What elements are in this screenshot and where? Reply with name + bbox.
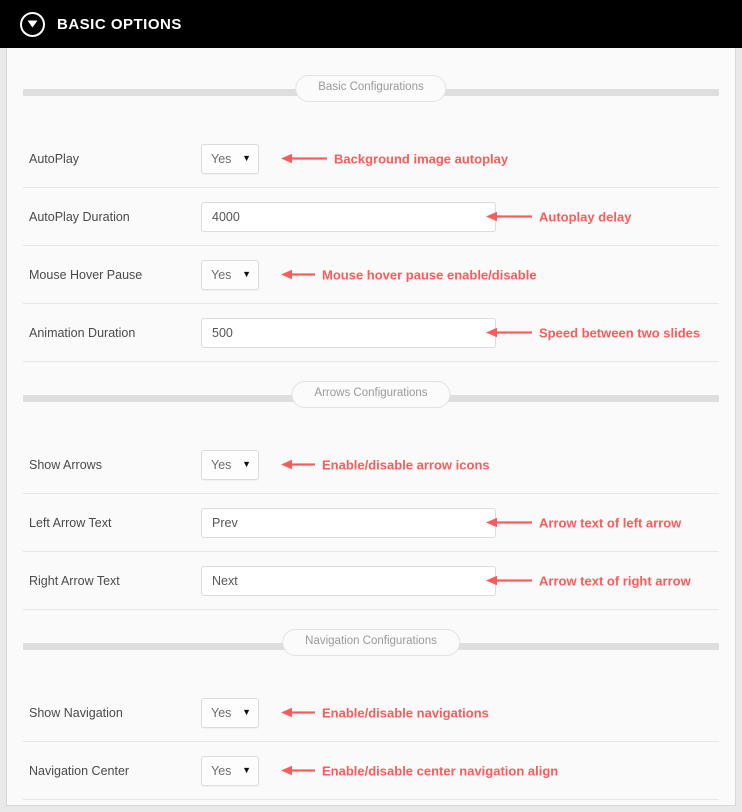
chevron-down-icon: ▼ <box>242 765 251 775</box>
label-right-arrow-text: Right Arrow Text <box>29 573 120 588</box>
basic-options-panel: BASIC OPTIONS Basic Configurations AutoP… <box>0 0 742 812</box>
panel-body: Basic Configurations AutoPlay Yes ▼ Back… <box>6 48 736 806</box>
control-navigation-center: Yes ▼ <box>201 755 259 786</box>
input-autoplay-duration[interactable] <box>201 201 496 232</box>
left-arrow-icon <box>281 269 315 280</box>
annotation-mouse-hover-pause-text: Mouse hover pause enable/disable <box>322 267 537 282</box>
chevron-down-icon: ▼ <box>242 269 251 279</box>
left-arrow-icon <box>281 707 315 718</box>
annotation-autoplay-text: Background image autoplay <box>334 151 509 166</box>
chevron-down-circle-icon[interactable] <box>20 11 45 37</box>
left-arrow-icon <box>281 153 327 164</box>
row-animation-duration: Animation Duration Speed between two sli… <box>23 304 719 362</box>
left-arrow-icon <box>281 459 315 470</box>
select-mouse-hover-pause-value: Yes <box>211 267 232 282</box>
annotation-animation-duration-text: Speed between two slides <box>539 325 701 340</box>
control-mouse-hover-pause: Yes ▼ <box>201 259 259 290</box>
annotation-show-navigation: Enable/disable navigations <box>281 705 489 720</box>
row-autoplay-duration: AutoPlay Duration Autoplay delay <box>23 188 719 246</box>
section-header-basic: Basic Configurations <box>23 74 719 108</box>
annotation-show-navigation-text: Enable/disable navigations <box>322 705 489 720</box>
chevron-down-icon: ▼ <box>242 153 251 163</box>
label-autoplay-duration: AutoPlay Duration <box>29 209 130 224</box>
control-autoplay-duration <box>201 201 496 232</box>
row-left-arrow-text: Left Arrow Text Arrow text of left arrow <box>23 494 719 552</box>
section-navigation: Navigation Configurations <box>7 610 735 662</box>
control-right-arrow-text <box>201 565 496 596</box>
left-arrow-icon <box>281 765 315 776</box>
control-animation-duration <box>201 317 496 348</box>
panel-header[interactable]: BASIC OPTIONS <box>0 0 742 48</box>
control-autoplay: Yes ▼ <box>201 143 259 174</box>
label-left-arrow-text: Left Arrow Text <box>29 515 112 530</box>
select-autoplay[interactable]: Yes ▼ <box>201 143 259 174</box>
control-left-arrow-text <box>201 507 496 538</box>
select-navigation-center[interactable]: Yes ▼ <box>201 755 259 786</box>
select-autoplay-value: Yes <box>211 151 232 166</box>
annotation-navigation-center: Enable/disable center navigation align <box>281 763 558 778</box>
select-navigation-center-value: Yes <box>211 763 232 778</box>
panel-footer-spacer <box>7 800 735 805</box>
label-autoplay: AutoPlay <box>29 151 80 166</box>
annotation-left-arrow-text: Arrow text of left arrow <box>486 515 681 530</box>
section-header-navigation: Navigation Configurations <box>23 628 719 662</box>
annotation-right-arrow-text-text: Arrow text of right arrow <box>539 573 691 588</box>
label-show-arrows: Show Arrows <box>29 457 102 472</box>
page-title: BASIC OPTIONS <box>57 15 182 33</box>
label-show-navigation: Show Navigation <box>29 705 123 720</box>
section-header-arrows: Arrows Configurations <box>23 380 719 414</box>
annotation-left-arrow-text-text: Arrow text of left arrow <box>539 515 682 530</box>
row-autoplay: AutoPlay Yes ▼ Background image autoplay <box>23 130 719 188</box>
annotation-autoplay: Background image autoplay <box>281 151 508 166</box>
section-title-navigation: Navigation Configurations <box>282 629 460 656</box>
select-mouse-hover-pause[interactable]: Yes ▼ <box>201 259 259 290</box>
label-animation-duration: Animation Duration <box>29 325 136 340</box>
chevron-down-icon: ▼ <box>242 459 251 469</box>
annotation-show-arrows-text: Enable/disable arrow icons <box>322 457 490 472</box>
row-show-arrows: Show Arrows Yes ▼ Enable/disable arrow i… <box>23 436 719 494</box>
control-show-arrows: Yes ▼ <box>201 449 259 480</box>
section-arrows: Arrows Configurations <box>7 362 735 414</box>
row-show-navigation: Show Navigation Yes ▼ Enable/disable nav… <box>23 684 719 742</box>
annotation-autoplay-duration: Autoplay delay <box>486 209 631 224</box>
annotation-autoplay-duration-text: Autoplay delay <box>539 209 632 224</box>
section-title-basic: Basic Configurations <box>295 75 447 102</box>
annotation-animation-duration: Speed between two slides <box>486 325 700 340</box>
label-mouse-hover-pause: Mouse Hover Pause <box>29 267 143 282</box>
annotation-show-arrows: Enable/disable arrow icons <box>281 457 490 472</box>
annotation-navigation-center-text: Enable/disable center navigation align <box>322 763 559 778</box>
row-navigation-center: Navigation Center Yes ▼ Enable/disable c… <box>23 742 719 800</box>
select-show-arrows[interactable]: Yes ▼ <box>201 449 259 480</box>
annotation-mouse-hover-pause: Mouse hover pause enable/disable <box>281 267 537 282</box>
row-right-arrow-text: Right Arrow Text Arrow text of right arr… <box>23 552 719 610</box>
row-mouse-hover-pause: Mouse Hover Pause Yes ▼ Mouse hover paus… <box>23 246 719 304</box>
input-left-arrow-text[interactable] <box>201 507 496 538</box>
select-show-navigation[interactable]: Yes ▼ <box>201 697 259 728</box>
section-basic: Basic Configurations <box>7 48 735 108</box>
chevron-down-icon: ▼ <box>242 707 251 717</box>
select-show-navigation-value: Yes <box>211 705 232 720</box>
input-right-arrow-text[interactable] <box>201 565 496 596</box>
select-show-arrows-value: Yes <box>211 457 232 472</box>
input-animation-duration[interactable] <box>201 317 496 348</box>
control-show-navigation: Yes ▼ <box>201 697 259 728</box>
label-navigation-center: Navigation Center <box>29 763 130 778</box>
annotation-right-arrow-text: Arrow text of right arrow <box>486 573 691 588</box>
section-title-arrows: Arrows Configurations <box>291 381 451 408</box>
